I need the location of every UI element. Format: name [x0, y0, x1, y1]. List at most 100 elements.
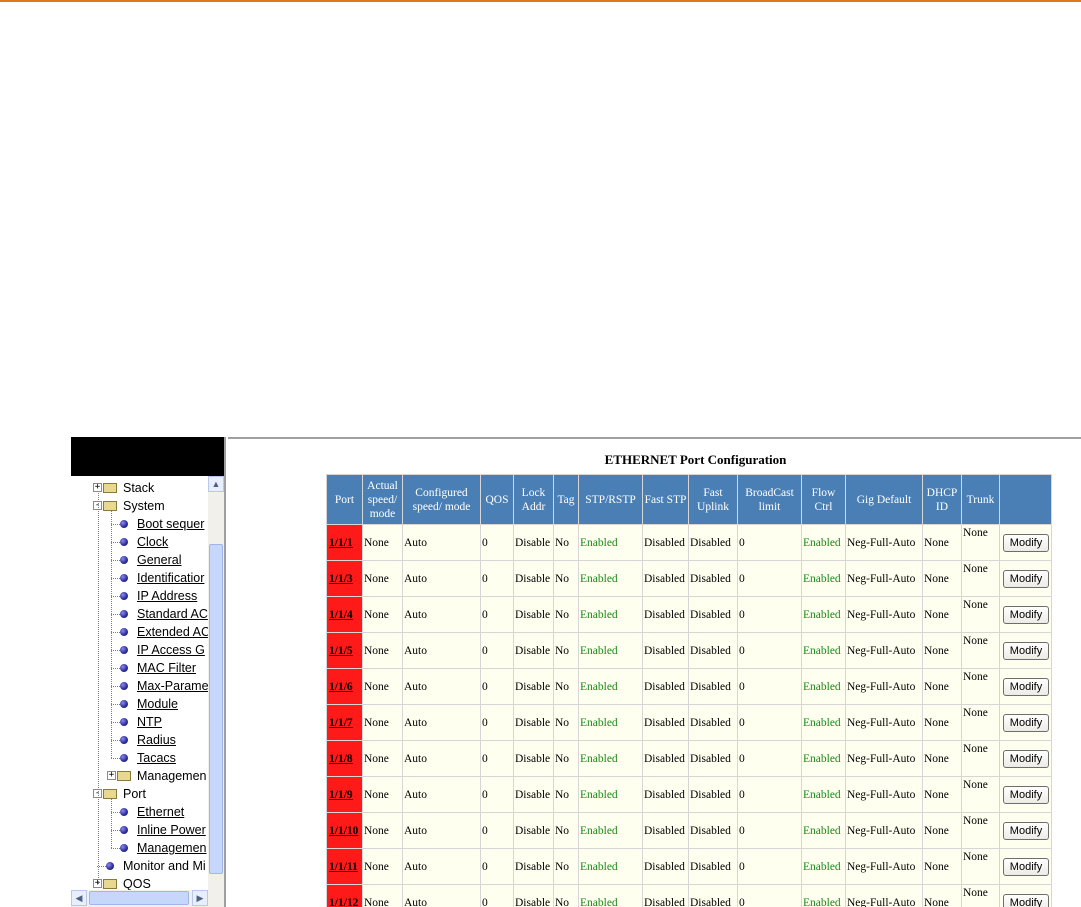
nav-item-general[interactable]: General — [71, 551, 208, 569]
nav-item-module[interactable]: Module — [71, 695, 208, 713]
nav-item-ip-access-g[interactable]: IP Access G — [71, 641, 208, 659]
nav-item-extended-ac[interactable]: Extended AC — [71, 623, 208, 641]
nav-item-label[interactable]: Inline Power — [137, 821, 206, 839]
nav-item-managemen[interactable]: + Managemen — [71, 767, 208, 785]
modify-button[interactable]: Modify — [1003, 893, 1049, 907]
nav-item-label[interactable]: Ethernet — [137, 803, 184, 821]
port-link[interactable]: 1/1/6 — [326, 668, 363, 705]
nav-item-boot-sequer[interactable]: Boot sequer — [71, 515, 208, 533]
vertical-scroll-thumb[interactable] — [209, 544, 223, 874]
port-link[interactable]: 1/1/12 — [326, 884, 363, 907]
nav-item-standard-ac[interactable]: Standard AC — [71, 605, 208, 623]
cell-dhcp: None — [922, 740, 962, 777]
cell-action: Modify — [999, 560, 1052, 597]
table-row: 1/1/11 None Auto 0 Disable No Enabled Disabled D… — [326, 848, 1052, 885]
port-link[interactable]: 1/1/10 — [326, 812, 363, 849]
nav-item-label[interactable]: IP Address — [137, 587, 197, 605]
modify-button[interactable]: Modify — [1003, 785, 1049, 804]
modify-button[interactable]: Modify — [1003, 749, 1049, 768]
nav-item-label[interactable]: NTP — [137, 713, 162, 731]
port-link[interactable]: 1/1/1 — [326, 524, 363, 561]
port-link[interactable]: 1/1/3 — [326, 560, 363, 597]
nav-item-label[interactable]: Standard AC — [137, 605, 208, 623]
scroll-left-button[interactable]: ◀ — [71, 890, 87, 906]
nav-item-stack[interactable]: + Stack — [71, 479, 208, 497]
nav-item-max-parame[interactable]: Max-Parame — [71, 677, 208, 695]
expand-icon[interactable]: + — [93, 483, 102, 492]
cell-lock: Disable — [513, 560, 554, 597]
nav-item-label[interactable]: Managemen — [137, 839, 207, 857]
cell-trunk: None — [961, 596, 1000, 633]
cell-tag: No — [553, 632, 579, 669]
scroll-right-button[interactable]: ▶ — [192, 890, 208, 906]
scrollbar-corner — [208, 890, 224, 907]
cell-tag: No — [553, 740, 579, 777]
nav-item-managemen[interactable]: Managemen — [71, 839, 208, 857]
nav-item-mac-filter[interactable]: MAC Filter — [71, 659, 208, 677]
nav-item-tacacs[interactable]: Tacacs — [71, 749, 208, 767]
modify-button[interactable]: Modify — [1003, 857, 1049, 876]
horizontal-scroll-thumb[interactable] — [89, 891, 189, 905]
nav-item-ethernet[interactable]: Ethernet — [71, 803, 208, 821]
port-link[interactable]: 1/1/4 — [326, 596, 363, 633]
modify-button[interactable]: Modify — [1003, 641, 1049, 660]
nav-item-port[interactable]: - Port — [71, 785, 208, 803]
nav-item-label[interactable]: IP Access G — [137, 641, 205, 659]
port-link[interactable]: 1/1/7 — [326, 704, 363, 741]
nav-item-label[interactable]: Boot sequer — [137, 515, 204, 533]
nav-item-label[interactable]: Clock — [137, 533, 168, 551]
scroll-up-button[interactable]: ▲ — [208, 476, 224, 492]
nav-item-label[interactable]: General — [137, 551, 181, 569]
nav-item-label[interactable]: MAC Filter — [137, 659, 196, 677]
modify-button[interactable]: Modify — [1003, 569, 1049, 588]
cell-stp: Enabled — [578, 740, 643, 777]
nav-item-label[interactable]: Extended AC — [137, 623, 208, 641]
nav-item-label[interactable]: Tacacs — [137, 749, 176, 767]
page-title: ETHERNET Port Configuration — [604, 452, 787, 467]
tree-connector — [98, 493, 99, 884]
cell-broadcast: 0 — [737, 848, 802, 885]
expand-icon[interactable]: + — [107, 771, 116, 780]
tree-connector — [111, 704, 120, 705]
cell-dhcp: None — [922, 632, 962, 669]
port-link[interactable]: 1/1/8 — [326, 740, 363, 777]
modify-button[interactable]: Modify — [1003, 677, 1049, 696]
modify-button[interactable]: Modify — [1003, 533, 1049, 552]
nav-item-label[interactable]: Module — [137, 695, 178, 713]
nav-item-qos[interactable]: + QOS — [71, 875, 208, 890]
nav-item-ip-address[interactable]: IP Address — [71, 587, 208, 605]
cell-actual: None — [362, 668, 403, 705]
modify-button[interactable]: Modify — [1003, 713, 1049, 732]
cell-action: Modify — [999, 596, 1052, 633]
modify-button[interactable]: Modify — [1003, 605, 1049, 624]
table-row: 1/1/8 None Auto 0 Disable No Enabled Disabled Di… — [326, 740, 1052, 777]
nav-item-label[interactable]: Radius — [137, 731, 176, 749]
nav-item-clock[interactable]: Clock — [71, 533, 208, 551]
cell-dhcp: None — [922, 884, 962, 907]
nav-horizontal-scrollbar[interactable]: ◀ ▶ — [71, 890, 208, 907]
tree-connector — [111, 812, 120, 813]
nav-item-identificatior[interactable]: Identificatior — [71, 569, 208, 587]
nav-header-bar — [71, 437, 224, 476]
top-accent-rule — [0, 0, 1081, 2]
port-link[interactable]: 1/1/5 — [326, 632, 363, 669]
port-link[interactable]: 1/1/11 — [326, 848, 363, 885]
nav-item-monitor-and-mi[interactable]: Monitor and Mi — [71, 857, 208, 875]
tree-connector — [111, 560, 120, 561]
cell-fast-stp: Disabled — [642, 668, 689, 705]
nav-item-radius[interactable]: Radius — [71, 731, 208, 749]
nav-item-label[interactable]: Identificatior — [137, 569, 204, 587]
cell-fast-uplink: Disabled — [688, 776, 738, 813]
cell-fast-uplink: Disabled — [688, 704, 738, 741]
nav-item-label[interactable]: Max-Parame — [137, 677, 208, 695]
modify-button[interactable]: Modify — [1003, 821, 1049, 840]
nav-vertical-scrollbar[interactable]: ▲ — [208, 476, 224, 890]
cell-flow: Enabled — [801, 596, 846, 633]
nav-item-ntp[interactable]: NTP — [71, 713, 208, 731]
cell-dhcp: None — [922, 668, 962, 705]
port-link[interactable]: 1/1/9 — [326, 776, 363, 813]
nav-item-system[interactable]: - System — [71, 497, 208, 515]
cell-actual: None — [362, 812, 403, 849]
nav-item-inline-power[interactable]: Inline Power — [71, 821, 208, 839]
tree-connector — [111, 686, 120, 687]
